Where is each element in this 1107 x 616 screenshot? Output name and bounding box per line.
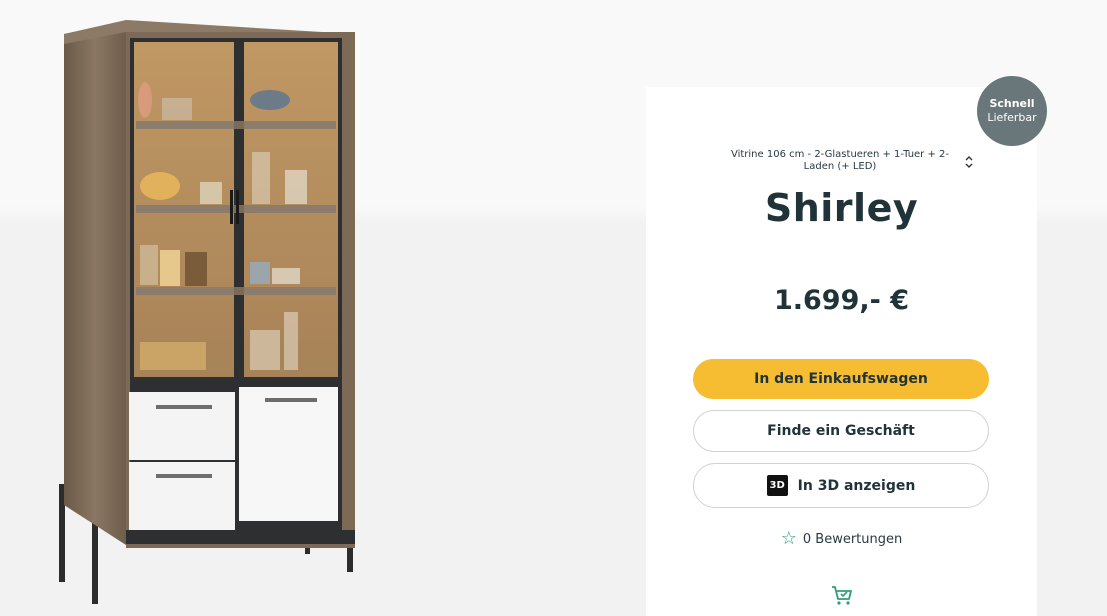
reviews-link[interactable]: ☆ 0 Bewertungen	[646, 530, 1037, 548]
chevron-up-down-icon[interactable]	[963, 155, 975, 169]
variant-selector-label[interactable]: Vitrine 106 cm - 2-Glastueren + 1-Tuer +…	[720, 149, 960, 173]
product-image	[59, 20, 355, 604]
find-store-button[interactable]: Finde ein Geschäft	[693, 410, 989, 452]
product-price: 1.699,- €	[773, 285, 910, 316]
view-3d-label: In 3D anzeigen	[797, 477, 916, 494]
star-outline-icon: ☆	[780, 528, 797, 549]
badge-line-2: Lieferbar	[987, 111, 1037, 124]
badge-line-1: Schnell	[989, 97, 1035, 110]
view-3d-button[interactable]: 3D In 3D anzeigen	[693, 463, 989, 508]
find-store-label: Finde ein Geschäft	[767, 423, 915, 439]
add-to-cart-label: In den Einkaufswagen	[754, 371, 928, 387]
3d-icon: 3D	[766, 475, 788, 496]
fast-delivery-badge: Schnell Lieferbar	[977, 76, 1047, 146]
reviews-count: 0 Bewertungen	[802, 531, 903, 547]
cart-icon[interactable]	[830, 584, 854, 606]
add-to-cart-button[interactable]: In den Einkaufswagen	[693, 359, 989, 399]
product-title: Shirley	[764, 186, 919, 230]
